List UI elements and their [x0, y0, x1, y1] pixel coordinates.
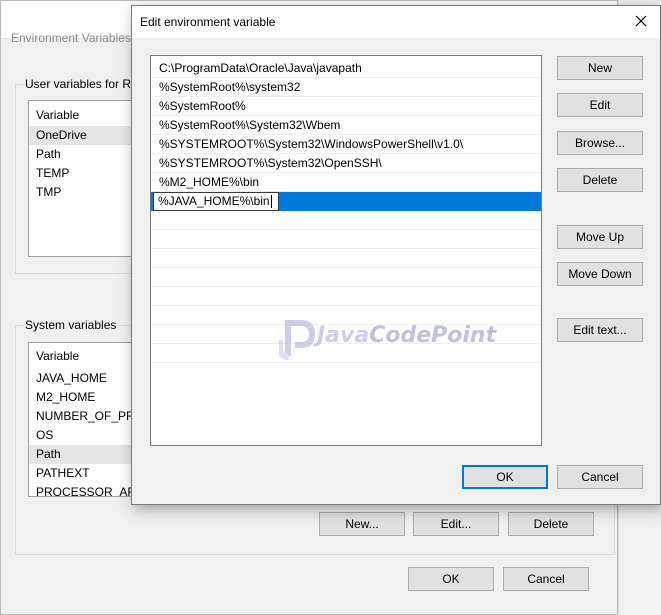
delete-button[interactable]: Delete: [557, 168, 643, 192]
close-icon[interactable]: [632, 12, 650, 30]
path-row-editing[interactable]: %JAVA_HOME%\bin: [151, 192, 541, 211]
move-down-button[interactable]: Move Down: [557, 262, 643, 286]
system-new-button[interactable]: New...: [319, 512, 405, 536]
cancel-button[interactable]: Cancel: [557, 465, 643, 489]
system-row-processor-arch[interactable]: PROCESSOR_ARCH: [29, 483, 147, 496]
system-row-java-home[interactable]: JAVA_HOME: [29, 369, 147, 388]
javacodepoint-watermark: JavaCodePoint: [279, 312, 496, 362]
user-row-path[interactable]: Path: [29, 145, 147, 164]
env-window-title: Environment Variables: [11, 31, 131, 45]
system-row-pathext[interactable]: PATHEXT: [29, 464, 147, 483]
user-variables-label: User variables for RA: [23, 77, 142, 91]
path-row-powershell[interactable]: %SYSTEMROOT%\System32\WindowsPowerShell\…: [151, 135, 541, 154]
list-empty-row: [151, 268, 541, 287]
path-entries-list[interactable]: C:\ProgramData\Oracle\Java\javapath %Sys…: [150, 55, 542, 446]
edit-button[interactable]: Edit: [557, 93, 643, 117]
watermark-suffix: CodePoint: [369, 323, 497, 348]
system-delete-button[interactable]: Delete: [508, 512, 594, 536]
javacodepoint-logo-icon: [279, 320, 315, 360]
system-list-header-variable[interactable]: Variable: [36, 349, 79, 363]
list-empty-row: [151, 287, 541, 306]
watermark-prefix: Java: [317, 323, 370, 348]
path-row-wbem[interactable]: %SystemRoot%\System32\Wbem: [151, 116, 541, 135]
user-list-header-variable[interactable]: Variable: [36, 108, 79, 122]
system-variables-label: System variables: [23, 318, 119, 332]
list-empty-row: [151, 230, 541, 249]
list-empty-row: [151, 211, 541, 230]
system-variables-list[interactable]: Variable JAVA_HOME M2_HOME NUMBER_OF_PRO…: [28, 342, 148, 497]
user-variables-list[interactable]: Variable OneDrive Path TEMP TMP: [28, 100, 148, 257]
system-row-os[interactable]: OS: [29, 426, 147, 445]
system-row-path[interactable]: Path: [29, 445, 147, 464]
path-row-java-oracle[interactable]: C:\ProgramData\Oracle\Java\javapath: [151, 59, 541, 78]
browse-button[interactable]: Browse...: [557, 131, 643, 155]
env-ok-button[interactable]: OK: [408, 567, 494, 591]
path-row-openssh[interactable]: %SYSTEMROOT%\System32\OpenSSH\: [151, 154, 541, 173]
path-row-systemroot[interactable]: %SystemRoot%: [151, 97, 541, 116]
ok-button[interactable]: OK: [462, 465, 548, 489]
system-edit-button[interactable]: Edit...: [413, 512, 499, 536]
user-row-tmp[interactable]: TMP: [29, 183, 147, 202]
system-row-number-of-processors[interactable]: NUMBER_OF_PRO: [29, 407, 147, 426]
path-edit-value: %JAVA_HOME%\bin: [158, 194, 270, 208]
path-edit-input[interactable]: %JAVA_HOME%\bin: [153, 192, 279, 211]
move-up-button[interactable]: Move Up: [557, 225, 643, 249]
edit-text-button[interactable]: Edit text...: [557, 318, 643, 342]
user-row-onedrive[interactable]: OneDrive: [29, 126, 147, 145]
path-row-system32[interactable]: %SystemRoot%\system32: [151, 78, 541, 97]
new-button[interactable]: New: [557, 56, 643, 80]
system-row-m2-home[interactable]: M2_HOME: [29, 388, 147, 407]
user-row-temp[interactable]: TEMP: [29, 164, 147, 183]
path-row-m2-home-bin[interactable]: %M2_HOME%\bin: [151, 173, 541, 192]
env-cancel-button[interactable]: Cancel: [503, 567, 589, 591]
dialog-title: Edit environment variable: [140, 15, 276, 29]
edit-environment-variable-dialog: Edit environment variable C:\ProgramData…: [131, 5, 661, 505]
text-caret: [270, 195, 272, 209]
list-empty-row: [151, 249, 541, 268]
watermark-text: JavaCodePoint: [317, 323, 496, 348]
